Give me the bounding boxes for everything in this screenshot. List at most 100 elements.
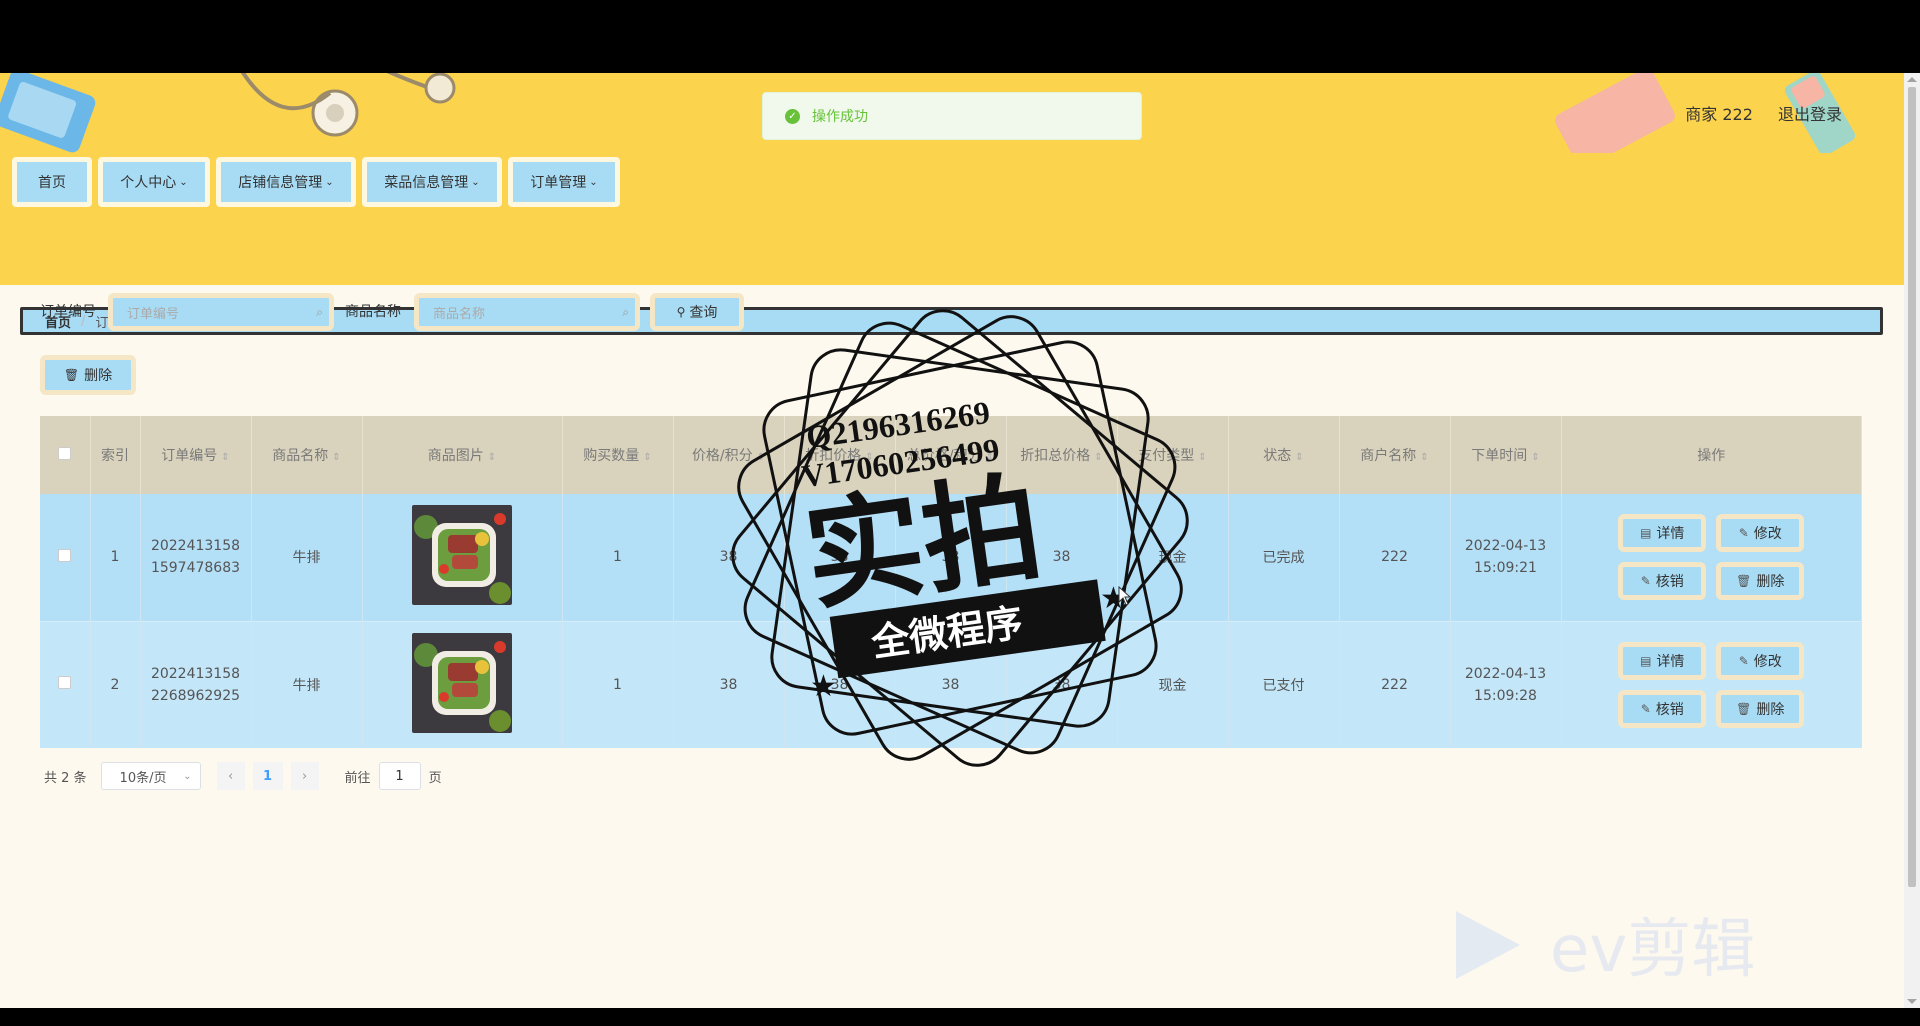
- chevron-down-icon: ⌄: [179, 176, 188, 188]
- nav-menu: 首页 个人中心 ⌄ 店铺信息管理 ⌄ 菜品信息管理 ⌄ 订单管理 ⌄: [12, 157, 626, 207]
- food-image[interactable]: [412, 505, 512, 606]
- sort-icon[interactable]: ⇕: [1420, 452, 1428, 463]
- check-circle-icon: ✓: [785, 108, 800, 124]
- select-all-checkbox[interactable]: [58, 446, 72, 460]
- cell-total-points: 38: [895, 494, 1007, 621]
- order-time-text: 2022-04-13 15:09:28: [1464, 665, 1547, 704]
- scroll-up-icon[interactable]: [1907, 77, 1917, 82]
- verify-button[interactable]: ✎ 核销: [1618, 562, 1707, 601]
- delete-button-label: 删除: [1756, 701, 1785, 718]
- col-merchant[interactable]: 商户名称 ⇕: [1339, 416, 1451, 494]
- cell-product: 牛排: [251, 620, 363, 748]
- row-actions: ▤ 详情 ✎ 修改 ✎ 核销 🗑 删除: [1562, 514, 1862, 601]
- col-order-no[interactable]: 订单编号 ⇕: [140, 416, 252, 494]
- edit-button[interactable]: ✎ 修改: [1716, 641, 1805, 680]
- nav-item-dish-management[interactable]: 菜品信息管理 ⌄: [362, 157, 502, 207]
- col-price-label: 价格/积分: [691, 448, 753, 464]
- sort-icon[interactable]: ⇕: [865, 452, 873, 463]
- detail-button[interactable]: ▤ 详情: [1618, 514, 1707, 553]
- col-order-time[interactable]: 下单时间 ⇕: [1450, 416, 1562, 494]
- top-nav: 首页 个人中心 ⌄ 店铺信息管理 ⌄ 菜品信息管理 ⌄ 订单管理 ⌄ 首页 / …: [0, 153, 1904, 335]
- sort-icon[interactable]: ⇕: [1198, 452, 1206, 463]
- next-page-button[interactable]: ›: [290, 762, 319, 790]
- select-all-cell: [40, 416, 91, 494]
- product-name-label: 商品名称: [345, 304, 401, 320]
- col-discount-price[interactable]: 折扣价格 ⇕: [784, 416, 896, 494]
- goto-prefix: 前往: [344, 770, 371, 786]
- col-image[interactable]: 商品图片 ⇕: [362, 416, 563, 494]
- nav-item-label: 首页: [38, 175, 66, 191]
- row-checkbox[interactable]: [58, 676, 72, 690]
- delete-button-label: 删除: [1756, 574, 1785, 591]
- col-discount-total[interactable]: 折扣总价格 ⇕: [1006, 416, 1118, 494]
- cell-status: 已支付: [1228, 620, 1340, 748]
- logout-link[interactable]: 退出登录: [1778, 105, 1842, 124]
- verify-button-label: 核销: [1655, 574, 1684, 591]
- col-qty-label: 购买数量: [583, 448, 640, 464]
- edit-button[interactable]: ✎ 修改: [1716, 514, 1805, 553]
- cell-order-no: 20224131582268962925: [140, 620, 252, 748]
- orders-table: 索引 订单编号 ⇕ 商品名称 ⇕ 商品图片 ⇕ 购买数量 ⇕ 价格/积分 ⇕ 折扣价格 ⇕ …: [40, 416, 1862, 748]
- col-image-label: 商品图片: [427, 448, 484, 464]
- goto-page-input[interactable]: 1: [378, 762, 421, 790]
- sort-icon[interactable]: ⇕: [643, 452, 651, 463]
- edit-icon: ✎: [1640, 701, 1651, 716]
- sort-icon[interactable]: ⇕: [1531, 452, 1539, 463]
- food-image[interactable]: [412, 632, 512, 733]
- col-product[interactable]: 商品名称 ⇕: [251, 416, 363, 494]
- product-name-input[interactable]: 商品名称 ⌕: [414, 293, 640, 331]
- batch-delete-button[interactable]: 🗑 删除: [40, 355, 136, 395]
- cell-product: 牛排: [251, 494, 363, 621]
- verify-button[interactable]: ✎ 核销: [1618, 689, 1707, 728]
- toast-message: 操作成功: [812, 109, 868, 125]
- chevron-right-icon: ›: [301, 768, 308, 784]
- detail-button[interactable]: ▤ 详情: [1618, 641, 1707, 680]
- col-total-points[interactable]: 总价格/积分 ⇕: [895, 416, 1007, 494]
- nav-item-shop-management[interactable]: 店铺信息管理 ⌄: [216, 157, 356, 207]
- order-no-placeholder: 订单编号: [127, 306, 180, 322]
- delete-button[interactable]: 🗑 删除: [1716, 562, 1805, 601]
- page-number[interactable]: 1: [252, 762, 283, 790]
- col-status-label: 状态: [1263, 448, 1292, 464]
- pagination-total: 共 2 条: [44, 770, 87, 786]
- product-name-placeholder: 商品名称: [433, 306, 486, 322]
- order-no-text: 20224131582268962925: [150, 665, 241, 704]
- edit-button-label: 修改: [1753, 653, 1782, 670]
- col-pay-type[interactable]: 支付类型 ⇕: [1117, 416, 1229, 494]
- query-button[interactable]: ⚲ 查询: [650, 293, 744, 331]
- cell-index: 2: [90, 620, 141, 748]
- nav-item-order-management[interactable]: 订单管理 ⌄: [508, 157, 620, 207]
- trash-icon: 🗑: [1736, 701, 1752, 716]
- nav-item-personal-center[interactable]: 个人中心 ⌄: [98, 157, 210, 207]
- nav-item-label: 个人中心: [120, 175, 177, 191]
- col-order-time-label: 下单时间: [1471, 448, 1528, 464]
- sort-icon[interactable]: ⇕: [986, 452, 994, 463]
- cell-status: 已完成: [1228, 494, 1340, 621]
- sort-icon[interactable]: ⇕: [221, 452, 229, 463]
- order-no-input[interactable]: 订单编号 ⌕: [108, 293, 334, 331]
- goto-page-value: 1: [395, 768, 404, 784]
- row-checkbox[interactable]: [58, 548, 72, 562]
- scrollbar-thumb[interactable]: [1908, 87, 1916, 887]
- cell-discount-price: 38: [784, 620, 896, 748]
- sort-icon[interactable]: ⇕: [1094, 452, 1102, 463]
- scroll-down-icon[interactable]: [1907, 999, 1917, 1004]
- col-status[interactable]: 状态 ⇕: [1228, 416, 1340, 494]
- col-qty[interactable]: 购买数量 ⇕: [562, 416, 674, 494]
- cell-order-time: 2022-04-13 15:09:28: [1450, 620, 1562, 748]
- cell-merchant: 222: [1339, 494, 1451, 621]
- sort-icon[interactable]: ⇕: [332, 452, 340, 463]
- delete-button[interactable]: 🗑 删除: [1716, 689, 1805, 728]
- nav-item-home[interactable]: 首页: [12, 157, 92, 207]
- sort-icon[interactable]: ⇕: [757, 452, 765, 463]
- col-price[interactable]: 价格/积分 ⇕: [673, 416, 785, 494]
- cell-qty: 1: [562, 494, 674, 621]
- sort-icon[interactable]: ⇕: [488, 452, 496, 463]
- vertical-scrollbar[interactable]: [1904, 73, 1920, 1008]
- cell-actions: ▤ 详情 ✎ 修改 ✎ 核销 🗑 删除: [1561, 494, 1862, 621]
- page-size-select[interactable]: 10条/页 ⌄: [100, 762, 201, 790]
- cell-discount-total: 38: [1006, 494, 1118, 621]
- sort-icon[interactable]: ⇕: [1295, 452, 1303, 463]
- prev-page-button[interactable]: ‹: [216, 762, 245, 790]
- cell-price: 38: [673, 494, 785, 621]
